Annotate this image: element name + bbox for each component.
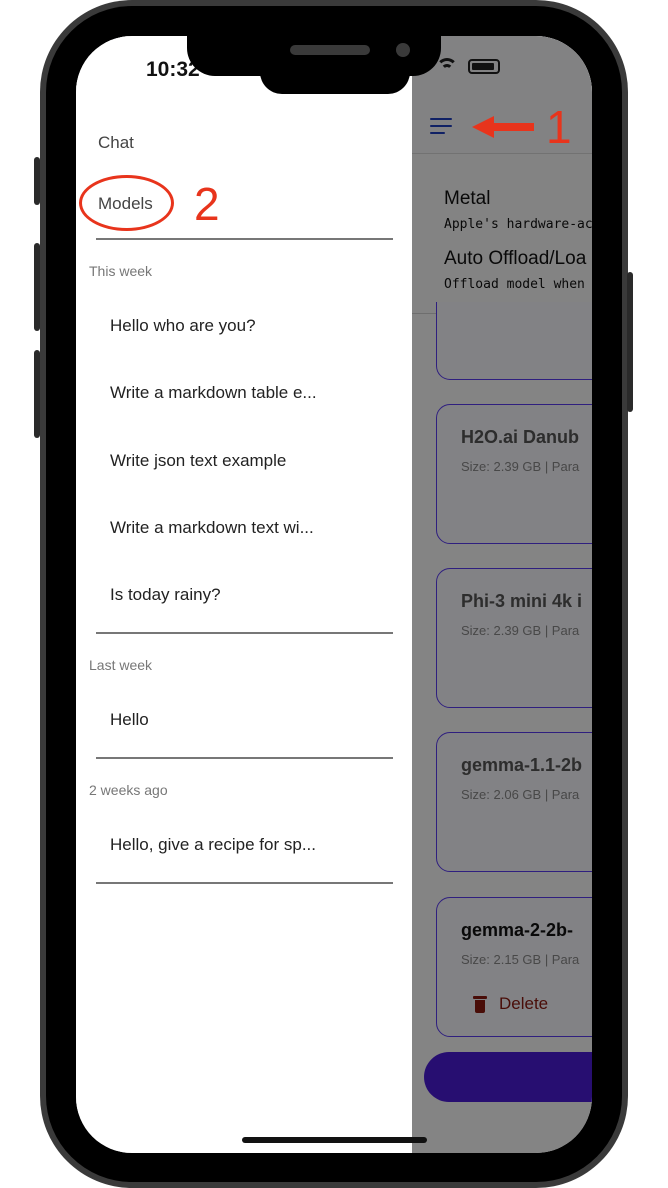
annotation-number: 1 xyxy=(546,101,572,153)
chat-history-item[interactable]: Hello xyxy=(110,710,149,730)
mute-switch xyxy=(34,157,40,205)
volume-up-button xyxy=(34,243,40,331)
chat-history-item[interactable]: Hello, give a recipe for sp... xyxy=(110,835,316,855)
status-icons xyxy=(436,58,500,74)
section-label: Last week xyxy=(89,657,153,673)
divider xyxy=(96,238,393,240)
divider xyxy=(96,632,393,634)
battery-icon xyxy=(468,58,500,74)
section-label: 2 weeks ago xyxy=(89,782,168,798)
chat-history-item[interactable]: Is today rainy? xyxy=(110,585,221,605)
chat-history-item[interactable]: Write a markdown text wi... xyxy=(110,518,314,538)
power-button xyxy=(627,272,633,412)
chat-history-item[interactable]: Write a markdown table e... xyxy=(110,383,317,403)
chat-history-item[interactable]: Write json text example xyxy=(110,451,286,471)
annotation-arrow-icon xyxy=(472,116,534,138)
home-indicator[interactable] xyxy=(242,1137,427,1143)
camera xyxy=(396,43,410,57)
annotation-number: 2 xyxy=(194,178,220,230)
nav-item-chat[interactable]: Chat xyxy=(98,133,134,153)
notch xyxy=(260,70,410,94)
annotation-circle xyxy=(79,175,174,231)
chat-history-item[interactable]: Hello who are you? xyxy=(110,316,256,336)
section-label: This week xyxy=(89,263,153,279)
divider xyxy=(96,757,393,759)
wifi-icon xyxy=(436,58,458,74)
divider xyxy=(96,882,393,884)
volume-down-button xyxy=(34,350,40,438)
speaker-grille xyxy=(290,45,370,55)
